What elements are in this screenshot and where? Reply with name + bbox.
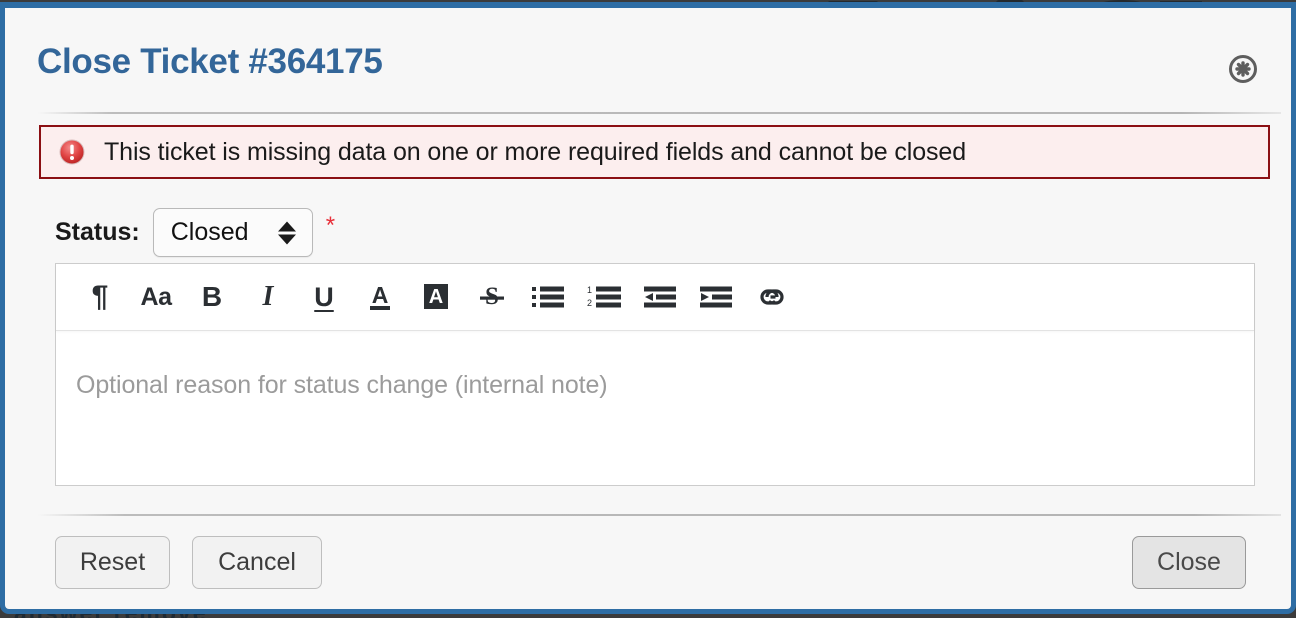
header-divider (38, 112, 1281, 114)
close-ticket-dialog: Close Ticket #364175 This ticket is miss… (0, 2, 1296, 614)
select-stepper-icon (277, 221, 296, 244)
paragraph-glyph: ¶ (91, 280, 109, 313)
status-select-value: Closed (170, 218, 249, 246)
close-circle-icon[interactable] (1228, 54, 1258, 84)
footer-divider (38, 514, 1281, 516)
numbered-list-icon[interactable]: 1 2 (576, 271, 632, 323)
underline-glyph: U (314, 281, 334, 312)
strikethrough-icon[interactable]: S (464, 271, 520, 323)
cancel-button[interactable]: Cancel (192, 536, 322, 589)
reset-button[interactable]: Reset (55, 536, 170, 589)
svg-text:1: 1 (587, 285, 592, 295)
editor-toolbar: ¶ Aa B I U A A 1 2 (56, 264, 1254, 331)
highlight-color-icon[interactable]: A (408, 271, 464, 323)
bulleted-list-icon[interactable] (520, 271, 576, 323)
rich-text-editor: ¶ Aa B I U A A 1 2 Optional reason for s… (55, 263, 1255, 486)
status-field-row: Status: Closed * (55, 208, 335, 257)
status-label: Status: (55, 218, 140, 246)
editor-placeholder: Optional reason for status change (inter… (76, 371, 608, 399)
svg-text:2: 2 (587, 298, 592, 308)
required-asterisk: * (325, 212, 336, 239)
text-color-icon[interactable]: A (352, 271, 408, 323)
underline-icon[interactable]: U (296, 271, 352, 323)
error-alert: This ticket is missing data on one or mo… (39, 125, 1270, 179)
outdent-icon[interactable] (632, 271, 688, 323)
font-size-icon[interactable]: Aa (128, 271, 184, 323)
dialog-header: Close Ticket #364175 (5, 8, 1291, 114)
svg-text:A: A (429, 286, 443, 308)
svg-text:A: A (372, 282, 389, 308)
insert-link-icon[interactable] (744, 271, 800, 323)
dialog-footer: Reset Cancel Close (5, 530, 1291, 600)
alert-message: This ticket is missing data on one or mo… (104, 137, 967, 166)
italic-glyph: I (262, 281, 274, 312)
bold-glyph: B (201, 281, 223, 312)
status-select[interactable]: Closed (152, 208, 313, 257)
close-button[interactable]: Close (1132, 536, 1246, 589)
font-size-glyph: Aa (140, 282, 172, 311)
page-title: Close Ticket #364175 (37, 42, 383, 81)
bold-icon[interactable]: B (184, 271, 240, 323)
italic-icon[interactable]: I (240, 271, 296, 323)
paragraph-format-icon[interactable]: ¶ (72, 271, 128, 323)
error-exclamation-icon (59, 139, 85, 165)
indent-icon[interactable] (688, 271, 744, 323)
editor-textarea[interactable]: Optional reason for status change (inter… (56, 331, 1254, 487)
